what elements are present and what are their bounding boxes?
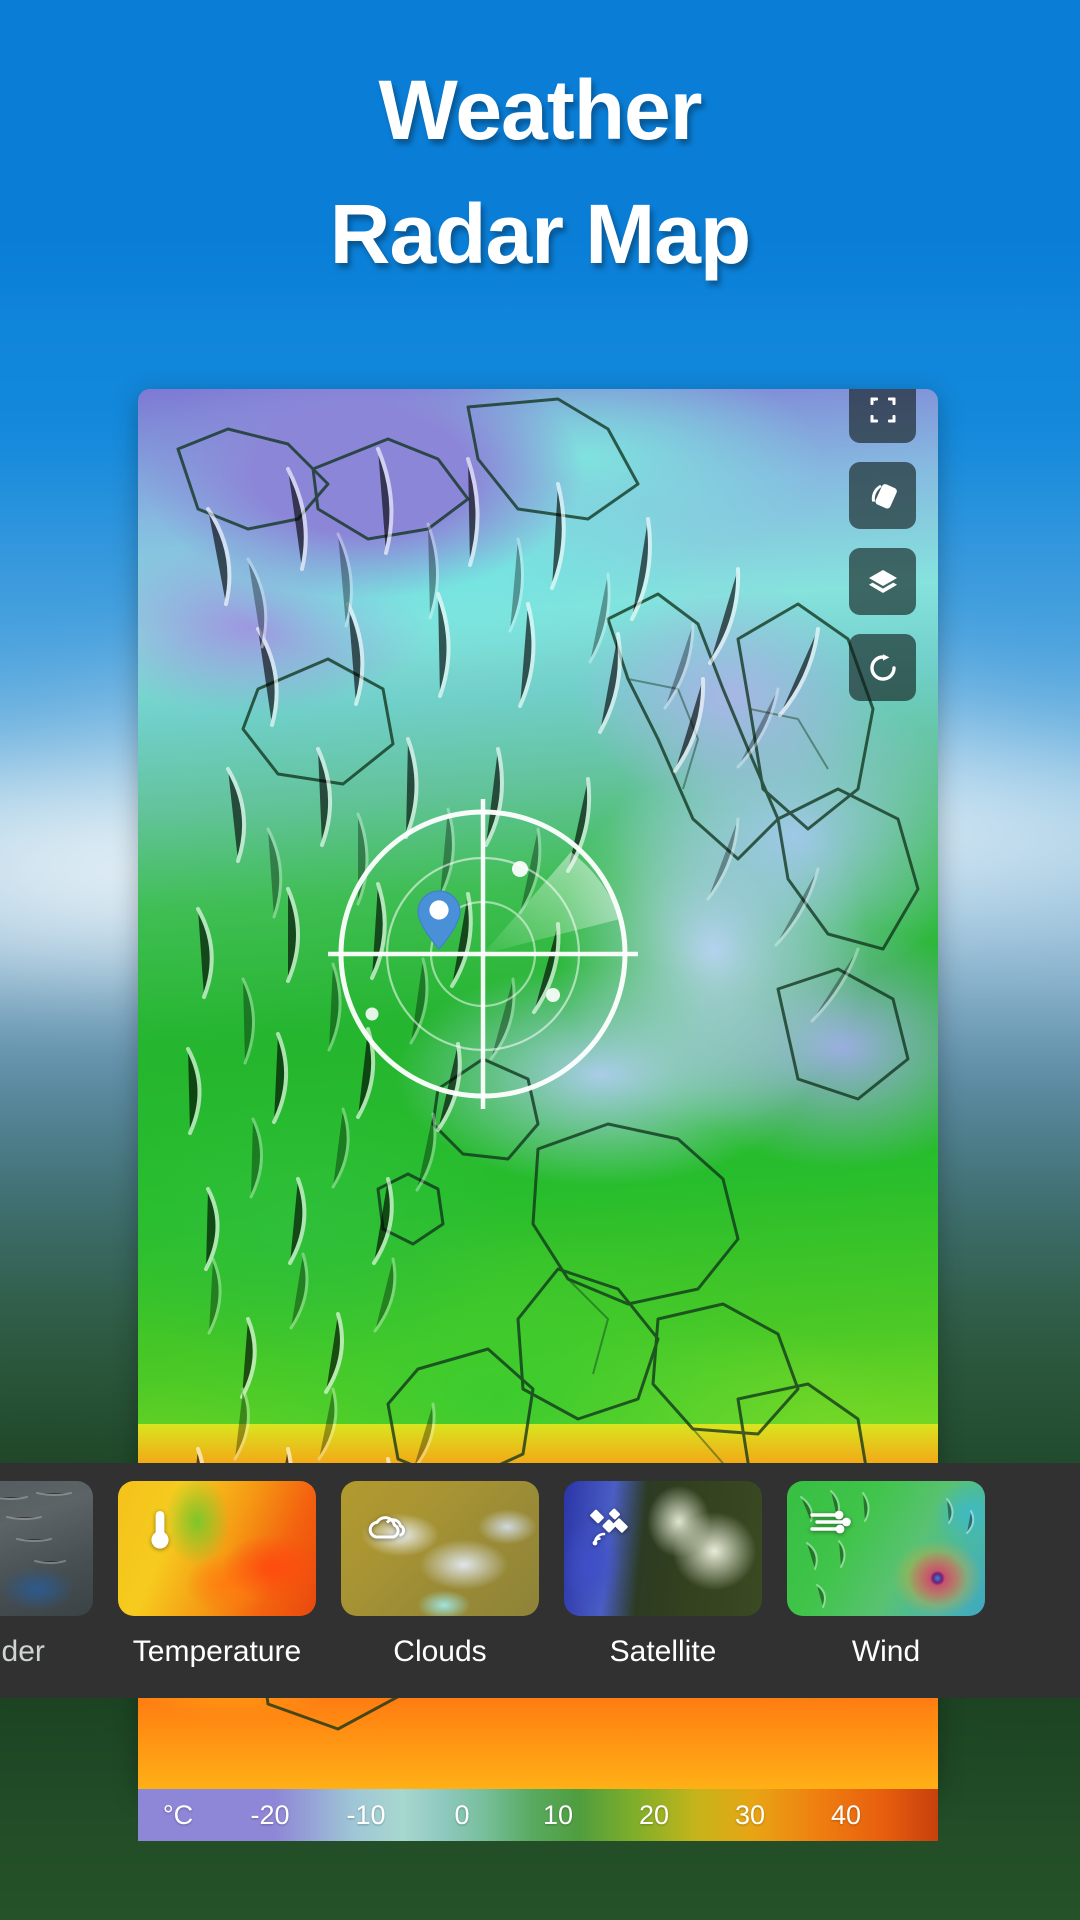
temperature-legend: °C -20 -10 0 10 20 30 40 — [138, 1789, 938, 1841]
legend-tick-3: 10 — [542, 1799, 574, 1830]
satellite-icon — [590, 1508, 628, 1546]
headline-line-1: Weather — [378, 63, 703, 157]
legend-tick-1: -10 — [346, 1799, 386, 1830]
wind-icon — [810, 1510, 851, 1534]
legend-tick-2: 0 — [454, 1799, 470, 1830]
radar-station-dot — [512, 861, 528, 877]
map-controls[interactable] — [849, 389, 916, 701]
legend-unit: °C — [162, 1799, 194, 1830]
layer-tile-rain[interactable]: thunder — [0, 1481, 93, 1669]
radar-station-dot — [365, 1007, 379, 1021]
headline-line-2: Radar Map — [329, 187, 751, 281]
refresh-button[interactable] — [849, 634, 916, 701]
layer-carousel[interactable]: thunder Temperature Clouds — [0, 1463, 1080, 1698]
collapse-icon — [870, 397, 895, 422]
layer-thumb-clouds — [341, 1481, 539, 1616]
page-title: Weather Radar Map — [0, 48, 1080, 296]
layer-label-wind: Wind — [851, 1635, 921, 1668]
legend-tick-5: 30 — [734, 1799, 766, 1830]
location-pin[interactable] — [416, 889, 462, 951]
thumb-streaks — [800, 1490, 975, 1608]
layer-label-satellite: Satellite — [609, 1635, 717, 1668]
legend-tick-0: -20 — [250, 1799, 290, 1830]
layer-tile-wind[interactable]: Wind — [787, 1481, 985, 1669]
tilt-icon — [871, 483, 897, 509]
carousel-track[interactable]: thunder Temperature Clouds — [0, 1481, 985, 1669]
legend-tick-4: 20 — [638, 1799, 670, 1830]
layer-label-rain: thunder — [0, 1635, 45, 1668]
radar-overlay — [328, 799, 638, 1109]
thermometer-icon — [151, 1511, 169, 1549]
legend-tick-6: 40 — [830, 1799, 862, 1830]
refresh-icon — [869, 653, 896, 681]
layer-thumb-temperature — [118, 1481, 316, 1616]
layer-label-temperature: Temperature — [132, 1635, 302, 1668]
layers-icon — [868, 569, 897, 593]
collapse-button[interactable] — [849, 389, 916, 443]
layers-button[interactable] — [849, 548, 916, 615]
layer-thumb-satellite — [564, 1481, 762, 1616]
layer-label-clouds: Clouds — [393, 1635, 487, 1668]
layer-thumb-wind — [787, 1481, 985, 1616]
radar-station-dot — [546, 988, 560, 1002]
thumb-streaks — [0, 1492, 72, 1564]
cloud-icon — [368, 1516, 406, 1539]
layer-tile-clouds[interactable]: Clouds — [341, 1481, 539, 1669]
layer-thumb-rain — [0, 1481, 93, 1616]
tilt-button[interactable] — [849, 462, 916, 529]
layer-tile-satellite[interactable]: Satellite — [564, 1481, 762, 1669]
layer-tile-temperature[interactable]: Temperature — [118, 1481, 316, 1669]
radar-sweep-wedge — [483, 852, 620, 954]
